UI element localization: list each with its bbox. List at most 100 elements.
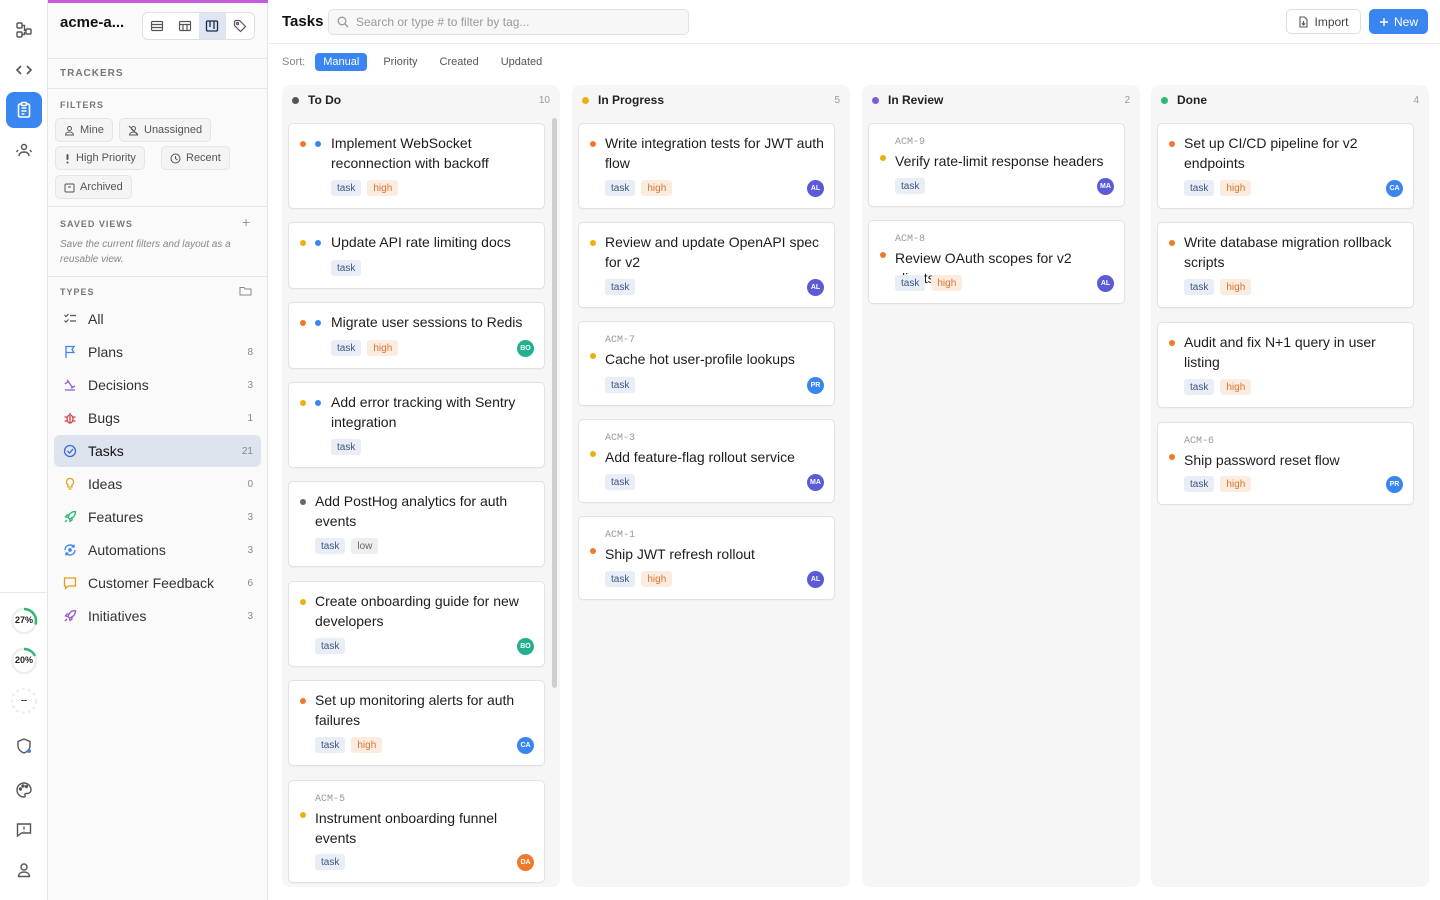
feedback-icon[interactable] [6,812,42,848]
task-card[interactable]: Add PostHog analytics for auth events ta… [288,481,545,567]
shield-icon[interactable] [6,728,42,764]
card-tags: task [331,260,362,276]
priority-dots [300,698,306,704]
sort-updated[interactable]: Updated [493,53,551,71]
new-button[interactable]: New [1369,9,1428,34]
task-card[interactable]: Create onboarding guide for new develope… [288,581,545,667]
task-card[interactable]: ACM-9 Verify rate-limit response headers… [868,123,1125,207]
lightbulb-icon [62,476,78,492]
type-ideas[interactable]: Ideas 0 [54,468,261,500]
sort-created[interactable]: Created [432,53,487,71]
task-card[interactable]: Update API rate limiting docs task [288,222,545,289]
avatar[interactable]: MA [1097,178,1114,195]
avatar[interactable]: CA [517,737,534,754]
search-input[interactable] [356,15,676,29]
task-card[interactable]: Audit and fix N+1 query in user listing … [1157,322,1414,408]
task-card[interactable]: ACM-5 Instrument onboarding funnel event… [288,780,545,883]
task-card[interactable]: Migrate user sessions to Redis task high… [288,302,545,369]
add-view-icon[interactable]: + [242,214,250,230]
search-icon [337,16,349,28]
type-all[interactable]: All [54,303,261,335]
code-icon[interactable] [6,52,42,88]
chat-icon [62,575,78,591]
avatar[interactable]: PR [1386,476,1403,493]
type-automations[interactable]: Automations 3 [54,534,261,566]
filter-unassigned[interactable]: Unassigned [119,118,212,142]
clock-icon [170,153,181,163]
task-card[interactable]: Add error tracking with Sentry integrati… [288,382,545,468]
task-card[interactable]: Set up CI/CD pipeline for v2 endpoints t… [1157,123,1414,209]
task-card[interactable]: ACM-7 Cache hot user-profile lookups tas… [578,321,835,406]
avatar[interactable]: AL [807,571,824,588]
import-button[interactable]: Import [1286,9,1361,34]
column-in-review: In Review 2 ACM-9 Verify rate-limit resp… [862,85,1140,887]
card-id: ACM-3 [605,433,636,444]
table-view-icon[interactable] [171,13,199,39]
task-card[interactable]: Write integration tests for JWT auth flo… [578,123,835,209]
avatar[interactable]: BO [517,340,534,357]
type-features[interactable]: Features 3 [54,501,261,533]
card-title: Ship JWT refresh rollout [605,546,755,562]
avatar[interactable]: BO [517,638,534,655]
column-scrollbar[interactable] [552,118,557,688]
priority-dots [300,240,321,246]
types-heading: TYPES [60,287,95,297]
avatar[interactable]: MA [807,474,824,491]
type-customer-feedback[interactable]: Customer Feedback 6 [54,567,261,599]
filter-recent[interactable]: Recent [161,146,230,170]
sync-icon[interactable] [6,132,42,168]
type-decisions[interactable]: Decisions 3 [54,369,261,401]
avatar[interactable]: AL [1097,275,1114,292]
task-card[interactable]: Review and update OpenAPI spec for v2 ta… [578,222,835,308]
task-card[interactable]: Set up monitoring alerts for auth failur… [288,680,545,766]
priority-dots [590,353,596,359]
column-header: In Progress 5 [572,85,850,115]
filter-archived[interactable]: Archived [55,175,132,199]
tag-icon[interactable] [226,13,254,39]
workspace-name[interactable]: acme-a... [60,14,124,31]
flag-icon [62,344,78,360]
card-tags: task [605,474,636,490]
card-title: Cache hot user-profile lookups [605,351,795,367]
sort-priority[interactable]: Priority [375,53,425,71]
type-initiatives[interactable]: Initiatives 3 [54,600,261,632]
avatar[interactable]: PR [807,377,824,394]
filter-high-priority[interactable]: High Priority [55,146,145,170]
folder-icon[interactable] [239,285,252,297]
card-title: Verify rate-limit response headers [895,153,1104,169]
task-card[interactable]: ACM-1 Ship JWT refresh rollout task high… [578,516,835,600]
type-tasks[interactable]: Tasks 21 [54,435,261,467]
sort-manual[interactable]: Manual [315,53,368,71]
search-box[interactable] [328,9,689,35]
rocket-icon [62,608,78,624]
card-id: ACM-1 [605,530,636,541]
type-plans[interactable]: Plans 8 [54,336,261,368]
user-off-icon [128,125,139,135]
tracker-icon[interactable] [6,92,42,128]
trackers-heading: TRACKERS [60,68,124,79]
task-card[interactable]: Write database migration rollback script… [1157,222,1414,308]
list-view-icon[interactable] [143,13,171,39]
saved-views-hint: Save the current filters and layout as a… [60,239,231,265]
card-tags: task [315,638,346,654]
priority-dots [1169,340,1175,346]
priority-dots [590,548,596,554]
card-title: Audit and fix N+1 query in user listing [1184,334,1376,370]
filter-mine[interactable]: Mine [55,118,113,142]
avatar[interactable]: AL [807,279,824,296]
avatar[interactable]: DA [517,854,534,871]
avatar[interactable]: AL [807,180,824,197]
usage-meter-1: 27% [8,605,40,637]
task-card[interactable]: ACM-3 Add feature-flag rollout service t… [578,419,835,503]
task-card[interactable]: Implement WebSocket reconnection with ba… [288,123,545,209]
task-card[interactable]: ACM-6 Ship password reset flow task high… [1157,422,1414,505]
avatar[interactable]: CA [1386,180,1403,197]
user-icon[interactable] [6,852,42,888]
workflow-icon[interactable] [6,12,42,48]
palette-icon[interactable] [6,772,42,808]
type-bugs[interactable]: Bugs 1 [54,402,261,434]
column-done: Done 4 Set up CI/CD pipeline for v2 endp… [1151,85,1429,887]
task-card[interactable]: ACM-8 Review OAuth scopes for v2 clients… [868,220,1125,304]
rail-divider [0,592,48,593]
board-view-icon[interactable] [198,13,227,39]
